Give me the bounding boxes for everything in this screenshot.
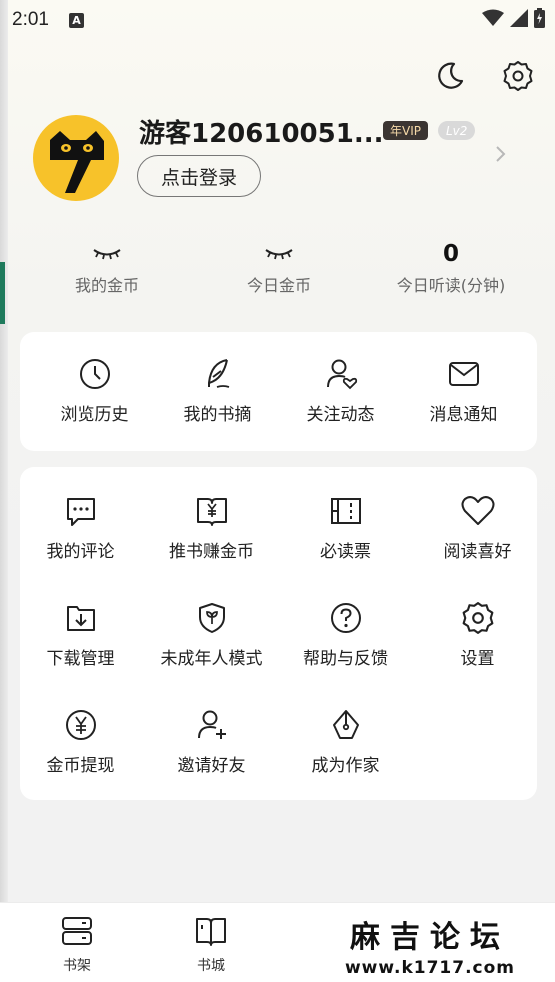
service-label: 阅读喜好 bbox=[443, 542, 512, 562]
user-add-icon bbox=[197, 710, 226, 739]
user-heart-icon bbox=[326, 359, 357, 390]
mail-icon bbox=[448, 362, 479, 386]
status-time: 2:01 bbox=[12, 9, 49, 30]
stat-today-coins[interactable]: 今日金币 bbox=[194, 238, 364, 296]
stat-value: 0 bbox=[442, 241, 459, 267]
menu-item-history[interactable]: 浏览历史 bbox=[30, 355, 159, 425]
stat-label: 今日听读(分钟) bbox=[396, 276, 506, 295]
menu-item-follows[interactable]: 关注动态 bbox=[276, 355, 405, 425]
chevron-right-icon[interactable] bbox=[494, 144, 508, 168]
nav-label: 书城 bbox=[197, 958, 225, 974]
stat-label: 我的金币 bbox=[74, 276, 139, 295]
service-label: 设置 bbox=[460, 649, 495, 669]
clock-icon bbox=[79, 359, 110, 389]
login-button[interactable]: 点击登录 bbox=[137, 155, 261, 197]
book-yen-icon bbox=[196, 498, 227, 526]
service-label: 未成年人模式 bbox=[160, 649, 263, 669]
vip-badge: 年VIP bbox=[383, 121, 428, 140]
coin-yen-icon bbox=[65, 710, 96, 740]
settings-gear-icon[interactable] bbox=[501, 58, 535, 94]
avatar[interactable] bbox=[33, 115, 119, 201]
signal-icon bbox=[510, 9, 528, 27]
service-minor-mode[interactable]: 未成年人模式 bbox=[147, 599, 276, 669]
battery-icon bbox=[534, 8, 545, 28]
download-icon bbox=[66, 606, 95, 631]
menu-item-label: 关注动态 bbox=[306, 405, 375, 425]
level-badge: Lv2 bbox=[438, 121, 476, 140]
service-recommend-earn[interactable]: 推书赚金币 bbox=[147, 492, 276, 562]
settings-icon bbox=[462, 602, 493, 634]
help-icon bbox=[330, 603, 361, 633]
service-label: 我的评论 bbox=[46, 542, 115, 562]
ticket-icon bbox=[330, 498, 361, 524]
status-icons bbox=[482, 8, 545, 28]
heart-icon bbox=[461, 496, 494, 525]
nav-bookstore[interactable]: 书城 bbox=[166, 915, 256, 975]
nav-label: 书架 bbox=[63, 958, 91, 974]
pen-nib-icon bbox=[332, 710, 359, 739]
forum-watermark: 麻吉论坛 www.k1717.com bbox=[330, 912, 530, 978]
quick-menu-card: 浏览历史 我的书摘 关注动态 消息通知 bbox=[20, 332, 537, 451]
shield-leaf-icon bbox=[198, 603, 225, 633]
service-label: 成为作家 bbox=[311, 756, 380, 776]
hidden-eye-icon bbox=[93, 249, 121, 260]
notification-icon: A bbox=[68, 12, 84, 28]
username: 游客120610051... bbox=[139, 119, 384, 149]
service-label: 帮助与反馈 bbox=[303, 649, 388, 669]
nav-bookshelf[interactable]: 书架 bbox=[32, 915, 122, 975]
services-card: 我的评论 推书赚金币 必读票 阅读喜好 下载管理 未成年人模式 帮助与反馈 设置… bbox=[20, 467, 537, 800]
comment-icon bbox=[66, 498, 95, 526]
service-must-read-ticket[interactable]: 必读票 bbox=[281, 492, 410, 562]
menu-item-label: 我的书摘 bbox=[183, 405, 252, 425]
wifi-icon bbox=[482, 9, 504, 26]
stat-my-coins[interactable]: 我的金币 bbox=[22, 238, 192, 296]
service-my-comments[interactable]: 我的评论 bbox=[16, 492, 145, 562]
service-help-feedback[interactable]: 帮助与反馈 bbox=[281, 599, 410, 669]
service-downloads[interactable]: 下载管理 bbox=[16, 599, 145, 669]
service-label: 推书赚金币 bbox=[169, 542, 254, 562]
left-edge-strip bbox=[0, 0, 8, 982]
feather-icon bbox=[207, 359, 229, 388]
service-label: 必读票 bbox=[320, 542, 371, 562]
service-label: 金币提现 bbox=[46, 756, 115, 776]
service-reading-preferences[interactable]: 阅读喜好 bbox=[413, 492, 542, 562]
service-label: 下载管理 bbox=[46, 649, 115, 669]
status-bar: 2:01 A bbox=[0, 0, 555, 40]
menu-item-excerpts[interactable]: 我的书摘 bbox=[153, 355, 282, 425]
bookshelf-icon bbox=[62, 917, 92, 945]
cat-logo-icon bbox=[50, 131, 104, 193]
service-label: 邀请好友 bbox=[177, 756, 246, 776]
book-open-icon bbox=[196, 918, 226, 946]
service-settings[interactable]: 设置 bbox=[413, 599, 542, 669]
night-mode-icon[interactable] bbox=[433, 58, 467, 94]
stat-listen-minutes[interactable]: 0 今日听读(分钟) bbox=[366, 238, 536, 296]
menu-item-messages[interactable]: 消息通知 bbox=[399, 355, 528, 425]
watermark-url: www.k1717.com bbox=[344, 958, 516, 978]
watermark-title: 麻吉论坛 bbox=[350, 920, 510, 955]
service-become-writer[interactable]: 成为作家 bbox=[281, 706, 410, 776]
top-actions bbox=[433, 58, 535, 94]
stat-label: 今日金币 bbox=[246, 276, 311, 295]
stats-row: 我的金币 今日金币 0 今日听读(分钟) bbox=[20, 238, 535, 308]
service-invite-friends[interactable]: 邀请好友 bbox=[147, 706, 276, 776]
menu-item-label: 浏览历史 bbox=[60, 405, 129, 425]
hidden-eye-icon bbox=[265, 249, 293, 260]
menu-item-label: 消息通知 bbox=[429, 405, 498, 425]
service-withdraw-coins[interactable]: 金币提现 bbox=[16, 706, 145, 776]
